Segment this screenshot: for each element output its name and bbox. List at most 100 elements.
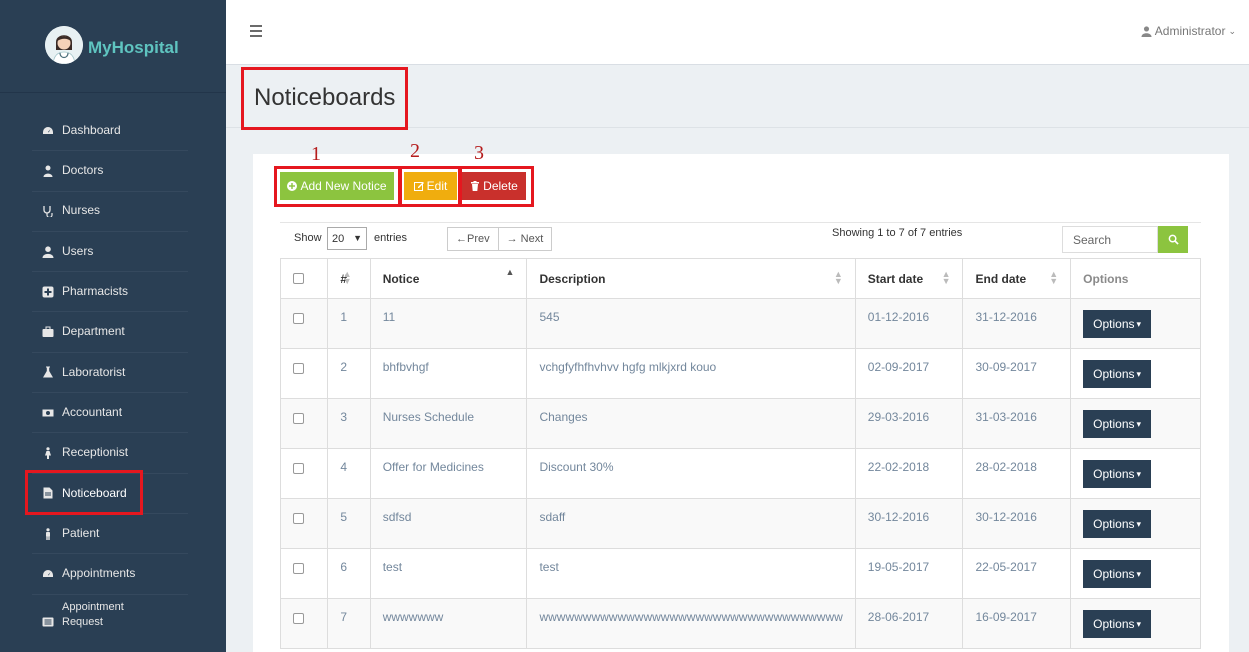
brand[interactable]: MyHospital xyxy=(0,0,226,92)
sidebar-item-appointments[interactable]: Appointments xyxy=(32,554,188,595)
table-row[interactable]: 4 Offer for Medicines Discount 30% 22-02-20… xyxy=(279,448,1201,499)
options-dropdown-button[interactable]: Options ▾ xyxy=(1083,360,1152,388)
row-select-cell xyxy=(279,398,329,449)
sidebar-item-label: Appointments xyxy=(62,566,136,581)
table-row[interactable]: 5 sdfsd sdaff 30-12-2016 30-12-2016 Options ▾ xyxy=(279,498,1201,549)
annotation-number: 1 xyxy=(311,143,321,165)
table-row[interactable]: 7 wwwwwww wwwwwwwwwwwwwwwwwwwwwwwwwwwwwwww… xyxy=(279,598,1201,649)
table-header-row: # ▲ ▼ Notice ▲ Description ▲ ▼ Start date ▲ ▼ E… xyxy=(279,258,1201,299)
plus-square-icon xyxy=(32,286,62,298)
column-header-end-date[interactable]: End date ▲ ▼ xyxy=(962,258,1072,299)
edit-button[interactable]: Edit xyxy=(404,172,457,200)
cell-start: 01-12-2016 xyxy=(854,298,964,349)
sidebar-item-patient[interactable]: Patient xyxy=(32,514,188,555)
sidebar-item-dashboard[interactable]: Dashboard xyxy=(32,111,188,152)
row-checkbox[interactable] xyxy=(293,313,304,324)
cell-description: wwwwwwwwwwwwwwwwwwwwwwwwwwwwwwwwwww xyxy=(526,598,856,649)
cell-end: 31-03-2016 xyxy=(962,398,1072,449)
select-all-checkbox[interactable] xyxy=(293,273,304,284)
column-label: Notice xyxy=(382,271,420,286)
column-header-description[interactable]: Description ▲ ▼ xyxy=(526,258,856,299)
cell-start: 29-03-2016 xyxy=(854,398,964,449)
search-button[interactable] xyxy=(1158,226,1188,253)
row-checkbox[interactable] xyxy=(293,513,304,524)
briefcase-icon xyxy=(32,326,62,338)
options-dropdown-button[interactable]: Options ▾ xyxy=(1083,460,1152,488)
cell-num: 7 xyxy=(327,598,371,649)
caret-down-icon: ▾ xyxy=(1136,318,1142,329)
search-icon xyxy=(1168,234,1179,245)
options-dropdown-button[interactable]: Options ▾ xyxy=(1083,610,1152,638)
caret-down-icon: ▾ xyxy=(1136,618,1142,629)
doctor-avatar-icon xyxy=(45,26,83,64)
cell-start: 28-06-2017 xyxy=(854,598,964,649)
table-row[interactable]: 6 test test 19-05-2017 22-05-2017 Options ▾ xyxy=(279,548,1201,599)
sidebar-item-doctors[interactable]: Doctors xyxy=(32,151,188,192)
sort-ascending-icon: ▲ xyxy=(505,267,515,277)
next-button[interactable]: → Next xyxy=(497,228,552,250)
row-checkbox[interactable] xyxy=(293,413,304,424)
top-navbar: Administrator ⌄ xyxy=(226,0,1249,65)
options-dropdown-button[interactable]: Options ▾ xyxy=(1083,410,1152,438)
cell-end: 28-02-2018 xyxy=(962,448,1072,499)
cell-description: test xyxy=(526,548,856,599)
sidebar-item-noticeboard[interactable]: Noticeboard xyxy=(32,474,188,514)
table-row[interactable]: 3 Nurses Schedule Changes 29-03-2016 31-03-2… xyxy=(279,398,1201,449)
column-header-number[interactable]: # ▲ ▼ xyxy=(327,258,371,299)
row-checkbox[interactable] xyxy=(293,613,304,624)
column-label: Description xyxy=(539,271,606,286)
prev-button[interactable]: ←Prev xyxy=(448,228,498,250)
sidebar-item-nurses[interactable]: Nurses xyxy=(32,192,188,232)
user-icon xyxy=(32,245,62,258)
sidebar-item-label: Nurses xyxy=(62,203,101,218)
cell-end: 22-05-2017 xyxy=(962,548,1072,599)
sidebar-item-label: Appointment Request xyxy=(62,601,124,628)
sidebar-item-laboratorist[interactable]: Laboratorist xyxy=(32,353,188,394)
row-select-cell xyxy=(279,598,329,649)
sidebar-item-receptionist[interactable]: Receptionist xyxy=(32,433,188,474)
row-select-cell xyxy=(279,448,329,499)
sidebar-item-users[interactable]: Users xyxy=(32,232,188,273)
sidebar-item-pharmacists[interactable]: Pharmacists xyxy=(32,272,188,313)
sidebar-item-label: Doctors xyxy=(62,163,104,178)
search-input[interactable]: Search xyxy=(1062,226,1158,253)
page-title: Noticeboards xyxy=(254,84,396,111)
column-header-start-date[interactable]: Start date ▲ ▼ xyxy=(854,258,964,299)
row-select-cell xyxy=(279,548,329,599)
annotation-number: 2 xyxy=(410,140,420,162)
sidebar-item-label: Noticeboard xyxy=(62,485,127,500)
row-checkbox[interactable] xyxy=(293,563,304,574)
sidebar-item-accountant[interactable]: Accountant xyxy=(32,393,188,434)
delete-button[interactable]: Delete xyxy=(462,172,526,200)
table-info: Showing 1 to 7 of 7 entries xyxy=(832,227,963,239)
caret-down-icon: ▾ xyxy=(1136,518,1142,529)
notice-table: # ▲ ▼ Notice ▲ Description ▲ ▼ Start date ▲ ▼ E… xyxy=(279,258,1201,649)
cell-end: 16-09-2017 xyxy=(962,598,1072,649)
options-dropdown-button[interactable]: Options ▾ xyxy=(1083,510,1152,538)
edit-label: Edit xyxy=(426,179,448,193)
sidebar-item-appointment-request[interactable]: Appointment Request xyxy=(32,595,188,635)
menu-toggle-icon[interactable] xyxy=(250,25,262,37)
page-size-select[interactable]: 20 ▼ xyxy=(327,227,367,250)
page-size-value: 20 xyxy=(332,232,345,245)
sidebar-item-label: Patient xyxy=(62,525,100,540)
divider xyxy=(0,92,226,93)
options-dropdown-button[interactable]: Options ▾ xyxy=(1083,310,1152,338)
row-checkbox[interactable] xyxy=(293,463,304,474)
add-notice-button[interactable]: Add New Notice xyxy=(280,172,394,200)
user-name: Administrator xyxy=(1154,24,1226,38)
cell-num: 1 xyxy=(327,298,371,349)
table-row[interactable]: 1 11 545 01-12-2016 31-12-2016 Options ▾ xyxy=(279,298,1201,349)
table-row[interactable]: 2 bhfbvhgf vchgfyfhfhvhvv hgfg mlkjxrd kou… xyxy=(279,348,1201,399)
sort-icon: ▲ ▼ xyxy=(941,269,951,286)
cell-start: 02-09-2017 xyxy=(854,348,964,399)
cell-notice: wwwwwww xyxy=(369,598,528,649)
sidebar-item-department[interactable]: Department xyxy=(32,312,188,353)
row-checkbox[interactable] xyxy=(293,363,304,374)
cell-start: 22-02-2018 xyxy=(854,448,964,499)
add-notice-label: Add New Notice xyxy=(300,179,387,193)
cell-num: 4 xyxy=(327,448,371,499)
user-menu[interactable]: Administrator ⌄ xyxy=(1141,24,1236,38)
options-dropdown-button[interactable]: Options ▾ xyxy=(1083,560,1152,588)
column-header-notice[interactable]: Notice ▲ xyxy=(369,258,528,299)
